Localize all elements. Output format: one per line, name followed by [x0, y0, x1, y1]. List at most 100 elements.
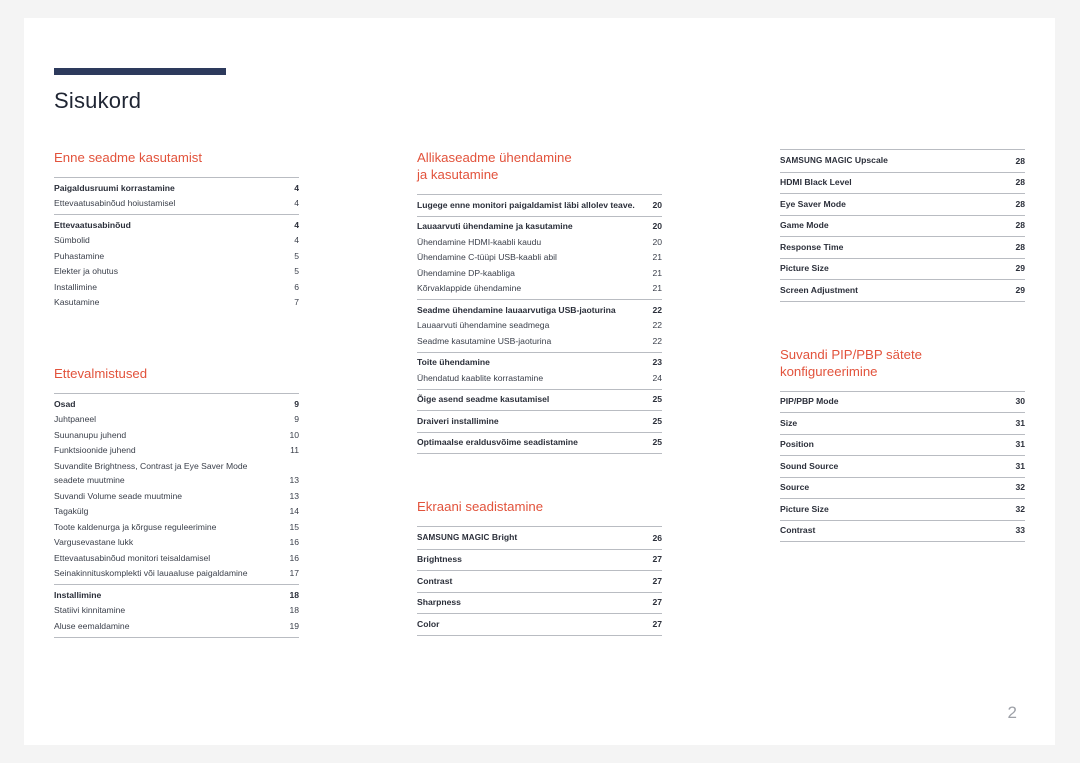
toc-entry-label: Ühendamine HDMI-kaabli kaudu — [417, 236, 542, 247]
toc-entry[interactable]: Toote kaldenurga ja kõrguse reguleerimin… — [54, 519, 299, 535]
toc-entry[interactable]: Installimine 6 — [54, 279, 299, 295]
toc-entry[interactable]: Suvandi Volume seade muutmine 13 — [54, 488, 299, 504]
toc-entry[interactable]: Seadme ühendamine lauaarvutiga USB-jaotu… — [417, 302, 662, 318]
toc-entry-page: 21 — [652, 267, 662, 278]
toc-entry-page: 28 — [1015, 220, 1025, 230]
toc-entry-label: Ühendamine C-tüüpi USB-kaabli abil — [417, 252, 557, 262]
toc-entry[interactable]: Position 31 — [780, 437, 1025, 453]
toc-entry-label: Ettevaatusabinõud hoiustamisel — [54, 198, 176, 208]
toc-entry-page: 10 — [289, 429, 299, 440]
toc-entry[interactable]: Seinakinnituskomplekti või lauaaluse pai… — [54, 566, 299, 582]
toc-group: Optimaalse eraldusvõime seadistamine 25 — [417, 431, 662, 454]
toc-entry[interactable]: Vargusevastane lukk 16 — [54, 535, 299, 551]
toc-entry-label: Ettevaatusabinõud monitori teisaldamisel — [54, 552, 211, 563]
toc-entry[interactable]: Sharpness 27 — [417, 595, 662, 611]
toc-entry[interactable]: Optimaalse eraldusvõime seadistamine 25 — [417, 435, 662, 451]
toc-entry[interactable]: PIP/PBP Mode 30 — [780, 394, 1025, 410]
toc-entry[interactable]: Ettevaatusabinõud monitori teisaldamisel… — [54, 550, 299, 566]
toc-entry-page: 28 — [1015, 155, 1025, 166]
toc-entry[interactable]: Kõrvaklappide ühendamine 21 — [417, 281, 662, 297]
toc-entry-page: 9 — [294, 414, 299, 424]
toc-entry-label: Tagakülg — [54, 506, 89, 516]
toc-entry[interactable]: Paigaldusruumi korrastamine 4 — [54, 180, 299, 196]
toc-entry[interactable]: Seadme kasutamine USB-jaoturina 22 — [417, 333, 662, 349]
section-heading: Allikaseadme ühendamine ja kasutamine — [417, 150, 572, 182]
toc-entry[interactable]: Osad 9 — [54, 396, 299, 412]
toc-entry[interactable]: Lugege enne monitori paigaldamist läbi a… — [417, 197, 662, 213]
page-title: Sisukord — [54, 88, 142, 113]
toc-entry[interactable]: Source 32 — [780, 480, 1025, 496]
toc-entry-page: 27 — [652, 575, 662, 586]
toc-entry[interactable]: Elekter ja ohutus 5 — [54, 264, 299, 280]
toc-entry[interactable]: Ühendamine C-tüüpi USB-kaabli abil 21 — [417, 250, 662, 266]
toc-entry[interactable]: Installimine 18 — [54, 587, 299, 603]
toc-entry[interactable]: Color 27 — [417, 616, 662, 632]
toc-entry-label: Installimine — [54, 589, 102, 600]
toc-entry-page: 29 — [1015, 284, 1025, 295]
toc-entry-label: Lugege enne monitori paigaldamist läbi a… — [417, 199, 635, 210]
toc-entry[interactable]: Ettevaatusabinõud 4 — [54, 217, 299, 233]
toc-entry-label: Seadme kasutamine USB-jaoturina — [417, 335, 552, 346]
toc-entry-label: Ettevaatusabinõud — [54, 219, 131, 230]
toc-entry-page: 21 — [652, 283, 662, 293]
document-page: Sisukord Enne seadme kasutamist Paigaldus… — [24, 18, 1055, 745]
toc-entry[interactable]: Sound Source 31 — [780, 458, 1025, 474]
toc-entry[interactable]: Ühendamine HDMI-kaabli kaudu 20 — [417, 234, 662, 250]
toc-entry[interactable]: Õige asend seadme kasutamisel 25 — [417, 392, 662, 408]
toc-entry[interactable]: Picture Size 32 — [780, 501, 1025, 517]
toc-entry[interactable]: Juhtpaneel 9 — [54, 412, 299, 428]
toc-entry[interactable]: HDMI Black Level 28 — [780, 175, 1025, 191]
toc-group: Lauaarvuti ühendamine ja kasutamine 20 Ühe… — [417, 215, 662, 300]
toc-entry-label: Brightness — [417, 554, 462, 564]
toc-entry-page: 17 — [289, 568, 299, 578]
toc-entry[interactable]: Kasutamine 7 — [54, 295, 299, 311]
toc-entry[interactable]: SAMSUNG MAGIC Upscale 28 — [780, 152, 1025, 169]
toc-entry[interactable]: Eye Saver Mode 28 — [780, 196, 1025, 212]
toc-entry-label: Lauaarvuti ühendamine seadmega — [417, 320, 550, 330]
toc-entry[interactable]: Picture Size 29 — [780, 261, 1025, 277]
toc-entry-page: 20 — [652, 199, 662, 210]
toc-entry[interactable]: Game Mode 28 — [780, 218, 1025, 234]
toc-entry[interactable]: Brightness 27 — [417, 552, 662, 568]
toc-entry-page: 4 — [294, 198, 299, 208]
toc-entry-label: Size — [780, 417, 798, 428]
toc-entry-label: Aluse eemaldamine — [54, 620, 130, 631]
toc-entry-page: 18 — [289, 605, 299, 615]
toc-entry-label: Ühendatud kaablite korrastamine — [417, 372, 544, 383]
toc-entry[interactable]: Ühendatud kaablite korrastamine 24 — [417, 370, 662, 386]
toc-entry[interactable]: Suvandite Brightness, Contrast ja Eye Sa… — [54, 458, 299, 488]
toc-entry[interactable]: Ühendamine DP-kaabliga 21 — [417, 265, 662, 281]
toc-entry-page: 26 — [652, 532, 662, 543]
toc-entry[interactable]: Response Time 28 — [780, 239, 1025, 255]
toc-group: Installimine 18 Statiivi kinnitamine 18 Alus… — [54, 584, 299, 638]
toc-entry[interactable]: Tagakülg 14 — [54, 504, 299, 520]
toc-entry[interactable]: Size 31 — [780, 415, 1025, 431]
toc-entry-page: 27 — [652, 618, 662, 629]
toc-entry[interactable]: Puhastamine 5 — [54, 248, 299, 264]
toc-entry-page: 20 — [652, 221, 662, 231]
toc-group: Size 31 — [780, 412, 1025, 434]
toc-entry[interactable]: Contrast 33 — [780, 523, 1025, 539]
toc-entry[interactable]: Statiivi kinnitamine 18 — [54, 603, 299, 619]
toc-group: Contrast 27 — [417, 570, 662, 592]
toc-entry[interactable]: Contrast 27 — [417, 573, 662, 589]
toc-entry[interactable]: Toite ühendamine 23 — [417, 355, 662, 371]
toc-entry-label: Elekter ja ohutus — [54, 266, 119, 276]
toc-entry[interactable]: Lauaarvuti ühendamine ja kasutamine 20 — [417, 219, 662, 235]
toc-entry[interactable]: Funktsioonide juhend 11 — [54, 443, 299, 459]
toc-entry-label: Screen Adjustment — [780, 284, 858, 295]
toc-entry[interactable]: Aluse eemaldamine 19 — [54, 618, 299, 634]
toc-entry[interactable]: Ettevaatusabinõud hoiustamisel 4 — [54, 196, 299, 212]
toc-entry-label-rest: Bright — [489, 531, 518, 542]
toc-entry-label: Optimaalse eraldusvõime seadistamine — [417, 437, 578, 447]
toc-entry[interactable]: Lauaarvuti ühendamine seadmega 22 — [417, 318, 662, 334]
toc-entry-label: Suvandite Brightness, Contrast ja Eye Sa… — [54, 460, 248, 486]
toc-entry[interactable]: Draiveri installimine 25 — [417, 413, 662, 429]
toc-entry[interactable]: Screen Adjustment 29 — [780, 282, 1025, 298]
toc-entry-label: Position — [780, 439, 814, 449]
toc-group: Screen Adjustment 29 — [780, 279, 1025, 302]
toc-entry[interactable]: SAMSUNG MAGIC Bright 26 — [417, 529, 662, 546]
toc-entry[interactable]: Sümbolid 4 — [54, 233, 299, 249]
toc-entry[interactable]: Suunanupu juhend 10 — [54, 427, 299, 443]
toc-entry-page: 24 — [652, 372, 662, 383]
